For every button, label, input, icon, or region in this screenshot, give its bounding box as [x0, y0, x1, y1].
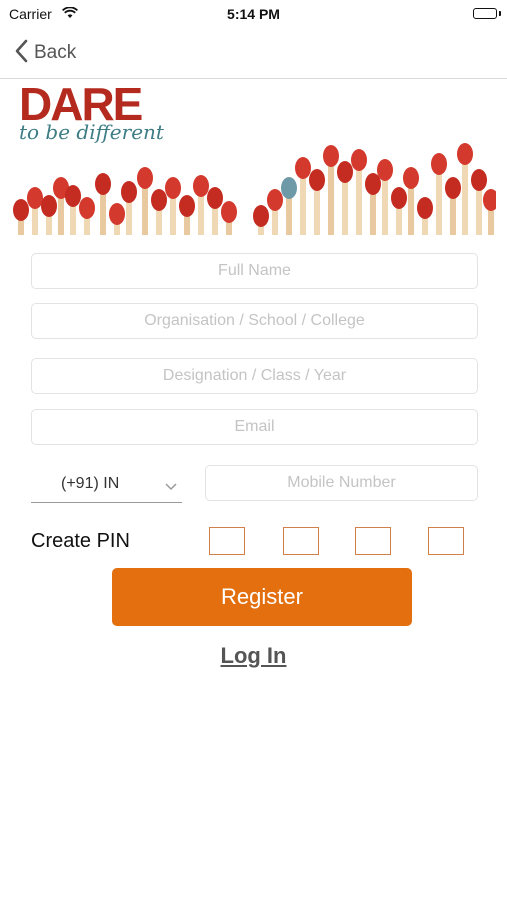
nav-bar: Back	[0, 28, 507, 79]
status-bar: Carrier 5:14 PM	[0, 0, 507, 28]
chevron-left-icon	[14, 39, 28, 68]
pin-digit-3[interactable]	[355, 527, 391, 555]
matchsticks-image	[13, 143, 496, 235]
pin-digit-4[interactable]	[428, 527, 464, 555]
email-input[interactable]	[31, 409, 478, 445]
pin-label: Create PIN	[31, 530, 130, 552]
country-code-value: (+91) IN	[61, 475, 120, 492]
register-button[interactable]: Register	[112, 568, 412, 626]
back-label: Back	[34, 42, 77, 63]
brand-banner: DARE to be different	[13, 80, 496, 235]
full-name-input[interactable]	[31, 253, 478, 289]
country-code-select[interactable]: (+91) IN	[31, 466, 182, 503]
mobile-number-input[interactable]	[205, 465, 478, 501]
battery-tip	[498, 11, 501, 16]
back-button[interactable]: Back	[14, 38, 76, 68]
designation-input[interactable]	[31, 358, 478, 394]
login-link[interactable]: Log In	[0, 643, 507, 669]
chevron-down-icon	[165, 478, 177, 496]
clock: 5:14 PM	[227, 6, 280, 22]
organisation-input[interactable]	[31, 303, 478, 339]
pin-digit-1[interactable]	[209, 527, 245, 555]
battery-icon	[473, 8, 497, 19]
pin-digit-2[interactable]	[283, 527, 319, 555]
